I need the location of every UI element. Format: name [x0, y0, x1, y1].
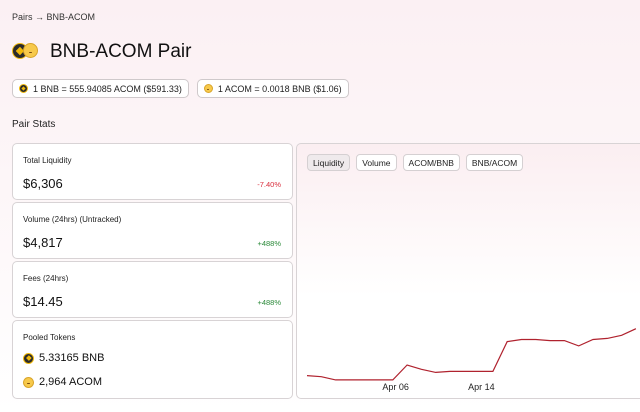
- volume-card: Volume (24hrs) (Untracked) $4,817 +488%: [12, 202, 293, 259]
- volume-label: Volume (24hrs) (Untracked): [23, 215, 122, 224]
- breadcrumb: Pairs → BNB-ACOM: [12, 12, 95, 22]
- liquidity-label: Total Liquidity: [23, 156, 72, 165]
- pooled-tokens-label: Pooled Tokens: [23, 333, 76, 342]
- liquidity-series-line: [306, 328, 637, 381]
- fees-card: Fees (24hrs) $14.45 +488%: [12, 261, 293, 318]
- pooled-bnb-amount: 5.33165 BNB: [39, 352, 105, 364]
- acom-coin-icon: [23, 43, 38, 58]
- page-title: BNB-ACOM Pair: [50, 41, 192, 62]
- volume-value: $4,817: [23, 235, 63, 250]
- fees-value: $14.45: [23, 294, 63, 309]
- tab-liquidity[interactable]: Liquidity: [307, 154, 351, 171]
- tab-acom-bnb[interactable]: ACOM/BNB: [402, 154, 460, 171]
- liquidity-card: Total Liquidity $6,306 -7.40%: [12, 143, 293, 200]
- pooled-acom-row: 2,964 ACOM: [23, 376, 102, 388]
- pooled-bnb-row: 5.33165 BNB: [23, 352, 104, 364]
- acom-rate-pill: 1 ACOM = 0.0018 BNB ($1.06): [196, 79, 349, 98]
- section-title: Pair Stats: [12, 119, 56, 130]
- x-tick-label: Apr 06: [382, 382, 409, 392]
- rate-row: 1 BNB = 555.94085 ACOM ($591.33) 1 ACOM …: [12, 79, 349, 98]
- fees-change: +488%: [257, 298, 281, 307]
- acom-rate-text: 1 ACOM = 0.0018 BNB ($1.06): [217, 83, 342, 94]
- breadcrumb-separator: →: [35, 12, 45, 22]
- chart-card: Apr 06 Apr 14 Liquidity Volume ACOM/BNB B…: [296, 143, 640, 399]
- acom-coin-icon: [23, 376, 34, 388]
- tab-volume[interactable]: Volume: [356, 154, 397, 171]
- liquidity-change: -7.40%: [257, 180, 281, 189]
- pooled-acom-amount: 2,964 ACOM: [39, 376, 102, 388]
- page-header: BNB-ACOM Pair: [12, 41, 191, 63]
- breadcrumb-pairs-link[interactable]: Pairs: [12, 12, 33, 22]
- breadcrumb-current: BNB-ACOM: [46, 12, 96, 22]
- volume-change: +488%: [257, 239, 281, 248]
- liquidity-value: $6,306: [23, 176, 63, 191]
- tab-bnb-acom[interactable]: BNB/ACOM: [465, 154, 524, 171]
- pooled-tokens-card: Pooled Tokens 5.33165 BNB 2,964 ACOM: [12, 320, 293, 399]
- pair-icons: [12, 41, 38, 63]
- bnb-coin-icon: [23, 352, 34, 364]
- acom-coin-icon: [203, 84, 213, 93]
- bnb-rate-pill: 1 BNB = 555.94085 ACOM ($591.33): [12, 79, 189, 98]
- chart-tabs: Liquidity Volume ACOM/BNB BNB/ACOM: [307, 154, 524, 171]
- bnb-coin-icon: [19, 84, 28, 93]
- x-tick-label: Apr 14: [468, 382, 495, 392]
- liquidity-chart: Apr 06 Apr 14: [306, 328, 637, 392]
- bnb-rate-text: 1 BNB = 555.94085 ACOM ($591.33): [33, 83, 182, 94]
- fees-label: Fees (24hrs): [23, 274, 69, 283]
